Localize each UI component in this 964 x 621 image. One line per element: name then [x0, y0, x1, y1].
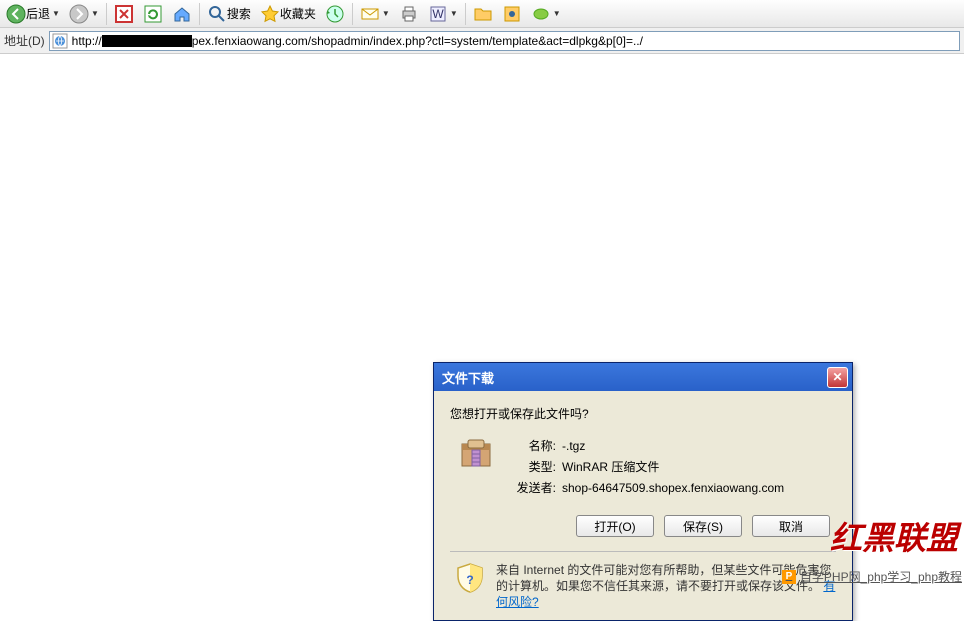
- dialog-title: 文件下载: [438, 368, 494, 387]
- search-label: 搜索: [227, 5, 251, 22]
- dialog-body: 您想打开或保存此文件吗? 名称: -.tgz 类型: WinRAR 压缩文件 发送者…: [434, 391, 852, 620]
- address-label: 地址(D): [4, 32, 45, 49]
- dropdown-icon: ▼: [382, 9, 390, 18]
- mail-button[interactable]: ▼: [356, 2, 394, 26]
- warning-section: ? 来自 Internet 的文件可能对您有所帮助，但某些文件可能危害您的计算机…: [450, 551, 836, 610]
- search-button[interactable]: 搜索: [203, 2, 255, 26]
- favorites-button[interactable]: 收藏夹: [256, 2, 320, 26]
- separator: [465, 3, 466, 25]
- footer-link[interactable]: P 自学PHP网_php学习_php教程: [782, 568, 962, 585]
- type-value: WinRAR 压缩文件: [562, 457, 659, 478]
- type-label: 类型:: [508, 457, 556, 478]
- home-button[interactable]: [168, 2, 196, 26]
- plugin-button[interactable]: ▼: [527, 2, 565, 26]
- page-content: 文件下载 ✕ 您想打开或保存此文件吗? 名称: -.tgz 类型: WinRAR 压…: [0, 54, 964, 587]
- search-icon: [207, 4, 227, 24]
- print-button[interactable]: [395, 2, 423, 26]
- dropdown-icon: ▼: [52, 9, 60, 18]
- separator: [106, 3, 107, 25]
- history-button[interactable]: [321, 2, 349, 26]
- star-icon: [260, 4, 280, 24]
- separator: [352, 3, 353, 25]
- open-button[interactable]: 打开(O): [576, 515, 654, 537]
- file-info: 名称: -.tgz 类型: WinRAR 压缩文件 发送者: shop-6464750…: [450, 436, 836, 499]
- refresh-icon: [143, 4, 163, 24]
- url-text: pex.fenxiaowang.com/shopadmin/index.php?…: [192, 34, 643, 48]
- cancel-button[interactable]: 取消: [752, 515, 830, 537]
- stop-button[interactable]: [110, 2, 138, 26]
- dialog-titlebar[interactable]: 文件下载 ✕: [434, 363, 852, 391]
- edit-button[interactable]: W▼: [424, 2, 462, 26]
- file-fields: 名称: -.tgz 类型: WinRAR 压缩文件 发送者: shop-6464750…: [508, 436, 836, 499]
- home-icon: [172, 4, 192, 24]
- url-prefix: http://: [72, 34, 102, 48]
- back-icon: [6, 4, 26, 24]
- sender-value: shop-64647509.shopex.fenxiaowang.com: [562, 478, 784, 499]
- forward-icon: [69, 4, 89, 24]
- refresh-button[interactable]: [139, 2, 167, 26]
- edit-icon: W: [428, 4, 448, 24]
- php-icon: P: [782, 570, 796, 584]
- dropdown-icon: ▼: [553, 9, 561, 18]
- close-button[interactable]: ✕: [827, 367, 848, 388]
- name-label: 名称:: [508, 436, 556, 457]
- browser-toolbar: 后退 ▼ ▼ 搜索 收藏夹 ▼ W▼ ▼: [0, 0, 964, 28]
- folder-icon: [473, 4, 493, 24]
- favorites-label: 收藏夹: [280, 5, 316, 22]
- dialog-question: 您想打开或保存此文件吗?: [450, 405, 836, 422]
- name-value: -.tgz: [562, 436, 585, 457]
- close-icon: ✕: [832, 370, 842, 384]
- tool-icon: [502, 4, 522, 24]
- address-bar: 地址(D) http:// pex.fenxiaowang.com/shopadm…: [0, 28, 964, 54]
- ie-page-icon: [52, 33, 68, 49]
- dropdown-icon: ▼: [450, 9, 458, 18]
- dropdown-icon: ▼: [91, 9, 99, 18]
- url-redacted: [102, 35, 192, 47]
- folder-button[interactable]: [469, 2, 497, 26]
- tool-button[interactable]: [498, 2, 526, 26]
- dialog-buttons: 打开(O) 保存(S) 取消: [450, 515, 836, 537]
- save-button[interactable]: 保存(S): [664, 515, 742, 537]
- footer-link-text: 自学PHP网_php学习_php教程: [800, 568, 962, 585]
- back-label: 后退: [26, 5, 50, 22]
- watermark-text: 红黑联盟: [830, 513, 958, 559]
- history-icon: [325, 4, 345, 24]
- mail-icon: [360, 4, 380, 24]
- stop-icon: [114, 4, 134, 24]
- svg-text:W: W: [432, 7, 444, 21]
- address-input[interactable]: http:// pex.fenxiaowang.com/shopadmin/ind…: [49, 31, 960, 51]
- separator: [199, 3, 200, 25]
- svg-text:?: ?: [466, 573, 473, 587]
- winrar-icon: [458, 436, 494, 472]
- print-icon: [399, 4, 419, 24]
- sender-label: 发送者:: [508, 478, 556, 499]
- forward-button[interactable]: ▼: [65, 2, 103, 26]
- leaf-icon: [531, 4, 551, 24]
- back-button[interactable]: 后退 ▼: [2, 2, 64, 26]
- shield-warning-icon: ?: [454, 562, 486, 594]
